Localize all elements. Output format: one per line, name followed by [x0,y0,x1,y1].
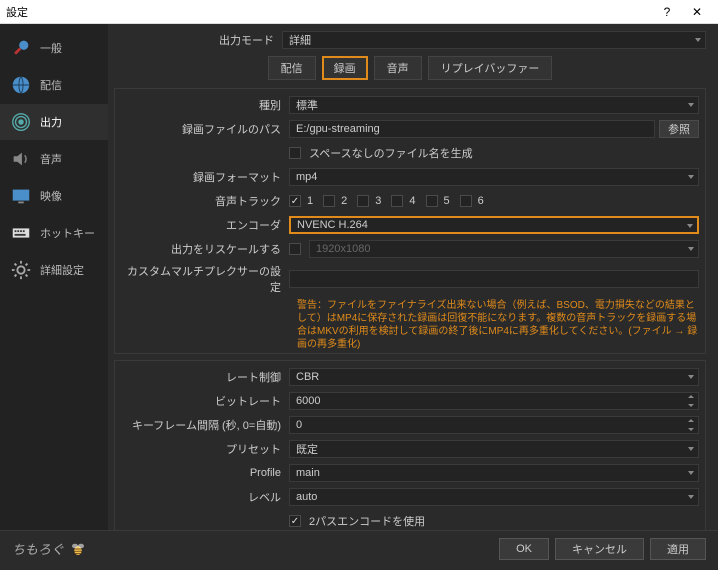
nospace-label: スペースなしのファイル名を生成 [309,145,473,161]
bitrate-input[interactable]: 6000 [289,392,699,410]
rescale-select: 1920x1080 [309,240,699,258]
path-label: 録画ファイルのパス [121,121,289,137]
sidebar-item-label: 配信 [40,77,62,93]
track1-checkbox[interactable] [289,195,301,207]
bitrate-label: ビットレート [121,393,289,409]
globe-icon [8,72,34,98]
main-area: 一般 配信 出力 音声 映像 ホットキー 詳細設定 出力モード [0,24,718,530]
format-label: 録画フォーマット [121,169,289,185]
sidebar-item-output[interactable]: 出力 [0,104,108,140]
recording-section: 種別 標準 録画ファイルのパス E:/gpu-streaming 参照 スペース… [114,88,706,354]
tab-replay[interactable]: リプレイバッファー [428,56,553,80]
footer-buttons: OK キャンセル 適用 [499,538,706,560]
sidebar-item-label: 映像 [40,188,62,204]
bee-icon [69,540,87,558]
close-button[interactable]: ✕ [682,5,712,19]
content-pane: 出力モード 詳細 配信 録画 音声 リプレイバッファー 種別 標準 録画ファイル… [108,24,718,530]
track6-checkbox[interactable] [460,195,472,207]
level-label: レベル [121,489,289,505]
track3-checkbox[interactable] [357,195,369,207]
profile-select[interactable]: main [289,464,699,482]
sidebar-item-hotkeys[interactable]: ホットキー [0,215,108,251]
twopass-checkbox[interactable] [289,515,301,527]
encoder-section: レート制御 CBR ビットレート 6000 キーフレーム間隔 (秒, 0=自動)… [114,360,706,530]
track5-checkbox[interactable] [426,195,438,207]
broadcast-icon [8,109,34,135]
gear-icon [8,257,34,283]
preset-select[interactable]: 既定 [289,440,699,458]
preset-label: プリセット [121,441,289,457]
help-button[interactable]: ? [652,5,682,19]
speaker-icon [8,146,34,172]
mux-label: カスタムマルチプレクサーの設定 [121,263,289,295]
sidebar-item-label: ホットキー [40,225,95,241]
twopass-label: 2パスエンコードを使用 [309,513,425,529]
encoder-label: エンコーダ [121,217,289,233]
sidebar-item-label: 音声 [40,151,62,167]
sidebar-item-advanced[interactable]: 詳細設定 [0,252,108,288]
titlebar: 設定 ? ✕ [0,0,718,24]
tab-recording[interactable]: 録画 [322,56,368,80]
ok-button[interactable]: OK [499,538,549,560]
path-input[interactable]: E:/gpu-streaming [289,120,655,138]
monitor-icon [8,183,34,209]
tab-stream[interactable]: 配信 [268,56,316,80]
tracks-label: 音声トラック [121,193,289,209]
footer: ちもろぐ OK キャンセル 適用 [0,530,718,566]
keyint-label: キーフレーム間隔 (秒, 0=自動) [121,417,289,433]
profile-label: Profile [121,467,289,479]
cancel-button[interactable]: キャンセル [555,538,644,560]
type-select[interactable]: 標準 [289,96,699,114]
keyboard-icon [8,220,34,246]
nospace-checkbox[interactable] [289,147,301,159]
sidebar-item-label: 出力 [40,114,62,130]
rate-label: レート制御 [121,369,289,385]
track4-checkbox[interactable] [391,195,403,207]
track2-checkbox[interactable] [323,195,335,207]
rate-select[interactable]: CBR [289,368,699,386]
sidebar-item-audio[interactable]: 音声 [0,141,108,177]
type-label: 種別 [121,97,289,113]
output-tabs: 配信 録画 音声 リプレイバッファー [114,56,706,80]
window-title: 設定 [6,4,652,20]
rescale-label: 出力をリスケールする [121,241,289,257]
mp4-warning: 警告：ファイルをファイナライズ出来ない場合（例えば、BSOD、電力損失などの結果… [121,299,699,351]
output-mode-label: 出力モード [114,32,282,48]
sidebar-item-stream[interactable]: 配信 [0,67,108,103]
encoder-select[interactable]: NVENC H.264 [289,216,699,234]
rescale-checkbox[interactable] [289,243,301,255]
mux-input[interactable] [289,270,699,288]
format-select[interactable]: mp4 [289,168,699,186]
audio-tracks: 1 2 3 4 5 6 [289,195,699,207]
tab-audio[interactable]: 音声 [374,56,422,80]
browse-button[interactable]: 参照 [659,120,699,138]
sidebar-item-label: 一般 [40,40,62,56]
sidebar-item-general[interactable]: 一般 [0,30,108,66]
logo-text: ちもろぐ [12,539,64,558]
apply-button[interactable]: 適用 [650,538,706,560]
sidebar-item-label: 詳細設定 [40,262,84,278]
sidebar: 一般 配信 出力 音声 映像 ホットキー 詳細設定 [0,24,108,530]
keyint-input[interactable]: 0 [289,416,699,434]
wrench-icon [8,35,34,61]
level-select[interactable]: auto [289,488,699,506]
sidebar-item-video[interactable]: 映像 [0,178,108,214]
logo: ちもろぐ [12,539,87,558]
output-mode-select[interactable]: 詳細 [282,31,706,49]
